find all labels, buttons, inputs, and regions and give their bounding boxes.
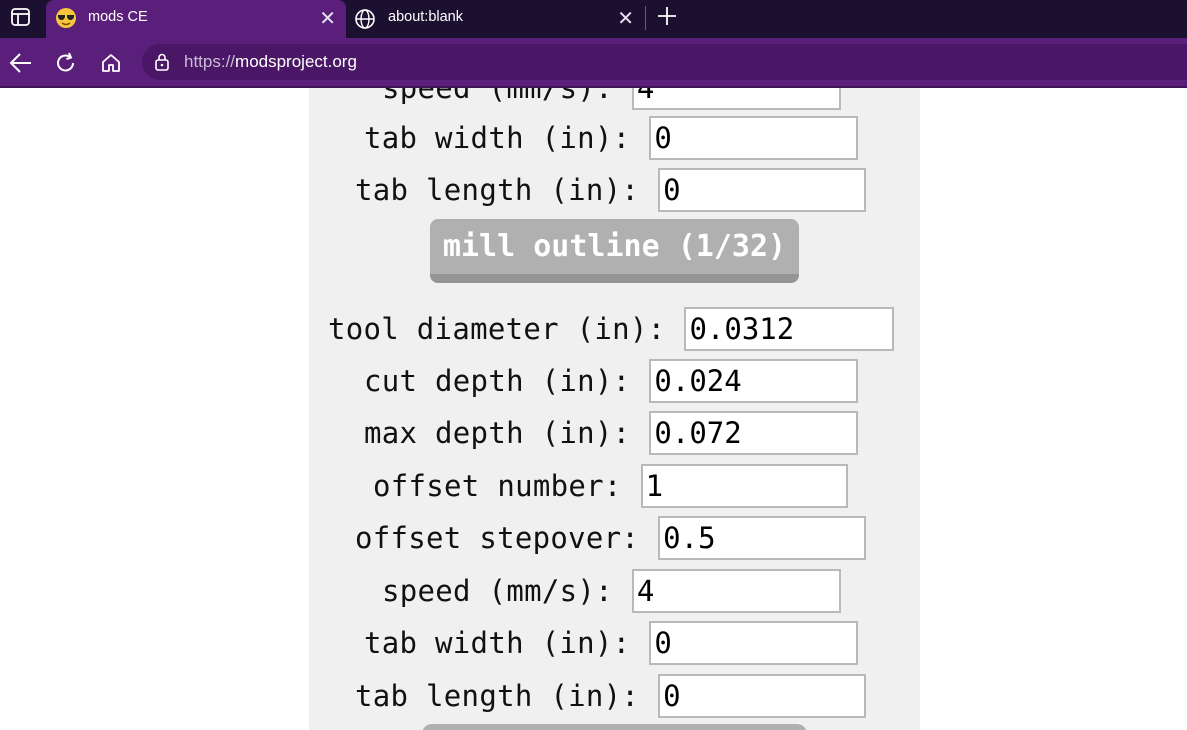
- url-text: https://modsproject.org: [184, 52, 357, 72]
- url-host: modsproject.org: [235, 52, 357, 71]
- lock-icon[interactable]: [152, 52, 172, 72]
- tool-diameter-field: tool diameter (in): 0.0312: [328, 306, 895, 352]
- tab-length-input[interactable]: 0: [658, 168, 867, 212]
- offset-stepover-field: offset stepover: 0.5: [355, 515, 867, 561]
- offset-number-field: offset number: 1: [373, 463, 848, 509]
- speed-label: speed (mm/s):: [382, 88, 613, 105]
- tab-about-blank[interactable]: about:blank ✕: [346, 0, 644, 38]
- offset-stepover-input[interactable]: 0.5: [658, 516, 867, 560]
- browser-toolbar: https://modsproject.org: [0, 38, 1187, 88]
- mill-outline-button[interactable]: mill outline (1/32): [430, 219, 799, 283]
- tab-width-field: tab width (in): 0: [364, 620, 859, 666]
- tab-width-label: tab width (in):: [364, 626, 631, 660]
- max-depth-field: max depth (in): 0.072: [364, 410, 859, 456]
- tool-diameter-label: tool diameter (in):: [328, 312, 666, 346]
- tab-length-field: tab length (in): 0: [355, 167, 867, 213]
- tab-width-field: tab width (in): 0: [364, 115, 859, 161]
- new-tab-icon[interactable]: [655, 4, 679, 28]
- offset-stepover-label: offset stepover:: [355, 521, 640, 555]
- offset-number-label: offset number:: [373, 469, 622, 503]
- offset-number-input[interactable]: 1: [640, 464, 848, 508]
- globe-icon: [354, 8, 376, 30]
- tab-length-label: tab length (in):: [355, 679, 640, 713]
- tab-length-label: tab length (in):: [355, 173, 640, 207]
- next-mill-button[interactable]: [422, 724, 807, 730]
- tool-diameter-input[interactable]: 0.0312: [684, 307, 895, 351]
- max-depth-input[interactable]: 0.072: [649, 411, 859, 455]
- max-depth-label: max depth (in):: [364, 416, 631, 450]
- cut-depth-label: cut depth (in):: [364, 364, 631, 398]
- sunglasses-emoji-icon: [54, 6, 78, 30]
- url-scheme: https://: [184, 52, 236, 71]
- close-tab-icon[interactable]: ✕: [319, 6, 336, 31]
- close-tab-icon[interactable]: ✕: [617, 6, 634, 31]
- speed-input[interactable]: 4: [631, 88, 841, 110]
- tab-title: mods CE: [88, 9, 148, 25]
- tab-length-input[interactable]: 0: [658, 674, 867, 718]
- home-icon[interactable]: [99, 51, 123, 75]
- speed-field: speed (mm/s): 4: [382, 568, 841, 614]
- address-bar[interactable]: https://modsproject.org: [142, 44, 1187, 80]
- tab-width-input[interactable]: 0: [649, 621, 859, 665]
- tab-width-input[interactable]: 0: [649, 116, 859, 160]
- tab-width-label: tab width (in):: [364, 121, 631, 155]
- tab-title: about:blank: [388, 9, 463, 25]
- cut-depth-input[interactable]: 0.024: [649, 359, 859, 403]
- speed-label: speed (mm/s):: [382, 574, 613, 608]
- mill-settings-panel: speed (mm/s): 4 tab width (in): 0 tab le…: [309, 88, 920, 730]
- speed-input[interactable]: 4: [631, 569, 841, 613]
- tab-length-field: tab length (in): 0: [355, 673, 867, 719]
- cut-depth-field: cut depth (in): 0.024: [364, 358, 859, 404]
- speed-field: speed (mm/s): 4: [382, 88, 841, 111]
- tab-divider: [645, 6, 646, 30]
- tab-actions-icon[interactable]: [10, 6, 32, 28]
- reload-icon[interactable]: [54, 51, 78, 75]
- back-icon[interactable]: [8, 51, 34, 75]
- tab-strip: mods CE ✕ about:blank ✕: [0, 0, 1187, 38]
- tab-mods-ce[interactable]: mods CE ✕: [46, 0, 346, 38]
